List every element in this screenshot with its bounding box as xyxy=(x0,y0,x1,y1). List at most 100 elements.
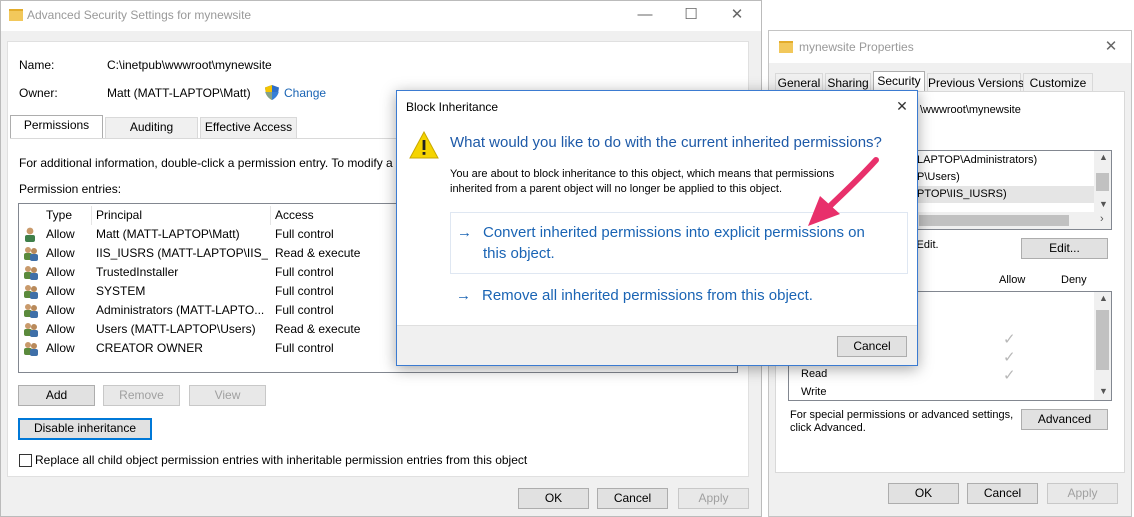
user-entry[interactable]: PTOP\IIS_IUSRS) xyxy=(917,188,1007,200)
tab-auditing-label: Auditing xyxy=(129,120,174,134)
edit-button[interactable]: Edit... xyxy=(1021,238,1108,259)
advanced-button[interactable]: Advanced xyxy=(1021,409,1108,430)
change-owner-link[interactable]: Change xyxy=(284,86,326,100)
dialog-question: What would you like to do with the curre… xyxy=(450,134,882,151)
apply-button[interactable]: Apply xyxy=(678,488,749,509)
permission-type: Allow xyxy=(46,265,75,279)
window-title: Advanced Security Settings for mynewsite xyxy=(27,8,252,22)
tab-auditing[interactable]: Auditing xyxy=(105,117,198,138)
permission-access: Full control xyxy=(275,227,334,241)
column-divider xyxy=(91,206,92,225)
remove-button[interactable]: Remove xyxy=(103,385,180,406)
scroll-up-arrow-icon[interactable]: ▲ xyxy=(1099,293,1108,303)
info-text: For additional information, double-click… xyxy=(19,156,393,170)
group-users-icon xyxy=(23,341,38,356)
properties-ok-button[interactable]: OK xyxy=(888,483,959,504)
permission-type: Allow xyxy=(46,322,75,336)
dialog-title: Block Inheritance xyxy=(406,100,499,114)
dialog-description: You are about to block inheritance to th… xyxy=(450,168,835,180)
dialog-close-button[interactable]: ✕ xyxy=(887,92,917,120)
tab-security[interactable]: Security xyxy=(873,71,925,92)
permission-access: Full control xyxy=(275,284,334,298)
scroll-thumb[interactable] xyxy=(1096,173,1109,191)
properties-title: mynewsite Properties xyxy=(799,40,914,54)
cancel-button[interactable]: Cancel xyxy=(597,488,668,509)
scroll-thumb[interactable] xyxy=(1096,310,1109,370)
properties-close-button[interactable]: ✕ xyxy=(1094,33,1128,61)
tab-effective-access[interactable]: Effective Access xyxy=(200,117,297,138)
remove-option-text: Remove all inherited permissions from th… xyxy=(482,287,813,304)
tab-general-label: General xyxy=(777,76,821,90)
tab-previous-versions-label: Previous Versions xyxy=(928,76,1025,90)
group-users-icon xyxy=(23,303,38,318)
tab-previous-versions[interactable]: Previous Versions xyxy=(927,73,1025,92)
permission-write: Write xyxy=(801,386,827,398)
user-entry[interactable]: P\Users) xyxy=(917,171,960,183)
permission-principal: TrustedInstaller xyxy=(96,265,179,279)
permission-principal: Administrators (MATT-LAPTO... xyxy=(96,303,265,317)
properties-cancel-button[interactable]: Cancel xyxy=(967,483,1038,504)
uac-shield-icon xyxy=(265,85,279,100)
convert-option-text-2: this object. xyxy=(483,245,555,262)
permissions-scrollbar[interactable]: ▲ ▼ xyxy=(1094,292,1111,400)
replace-child-checkbox[interactable] xyxy=(19,454,32,467)
tab-customize-label: Customize xyxy=(1029,76,1087,90)
name-label: Name: xyxy=(19,58,55,72)
group-users-icon xyxy=(23,265,38,280)
title-bar[interactable]: Advanced Security Settings for mynewsite… xyxy=(1,1,761,31)
group-users-icon xyxy=(23,246,38,261)
allow-column-header: Allow xyxy=(999,274,1026,286)
tab-effective-access-label: Effective Access xyxy=(204,120,293,134)
tab-permissions[interactable]: Permissions xyxy=(10,115,103,138)
single-user-icon xyxy=(23,227,37,242)
permission-principal: Matt (MATT-LAPTOP\Matt) xyxy=(96,227,240,241)
owner-label: Owner: xyxy=(19,86,58,100)
remove-permissions-option[interactable]: → Remove all inherited permissions from … xyxy=(450,283,908,311)
dialog-footer: Cancel xyxy=(397,325,917,365)
permission-type: Allow xyxy=(46,227,75,241)
minimize-button[interactable]: — xyxy=(623,1,667,29)
folder-icon xyxy=(779,41,793,53)
permission-type: Allow xyxy=(46,284,75,298)
annotation-arrow-icon xyxy=(808,157,879,226)
object-path-partial: \wwwroot\mynewsite xyxy=(920,104,1021,116)
close-button[interactable]: ✕ xyxy=(715,1,759,29)
owner-value: Matt (MATT-LAPTOP\Matt) xyxy=(107,86,251,100)
column-divider xyxy=(270,206,271,225)
allow-check-icon: ✓ xyxy=(1003,331,1016,348)
special-permissions-text: For special permissions or advanced sett… xyxy=(790,409,1014,421)
maximize-button[interactable]: ☐ xyxy=(669,1,713,29)
permission-principal: IIS_IUSRS (MATT-LAPTOP\IIS_... xyxy=(96,246,268,260)
tab-customize[interactable]: Customize xyxy=(1023,73,1093,92)
user-entry[interactable]: LAPTOP\Administrators) xyxy=(917,154,1037,166)
permission-access: Full control xyxy=(275,341,334,355)
replace-child-checkbox-label: Replace all child object permission entr… xyxy=(35,453,528,467)
permission-principal: SYSTEM xyxy=(96,284,146,298)
permission-access: Full control xyxy=(275,265,334,279)
scroll-down-arrow-icon[interactable]: ▼ xyxy=(1099,386,1108,396)
scroll-up-arrow-icon[interactable]: ▲ xyxy=(1099,152,1108,162)
permission-read: Read xyxy=(801,368,828,380)
scroll-down-arrow-icon[interactable]: ▼ xyxy=(1099,199,1108,209)
column-header-access[interactable]: Access xyxy=(275,206,395,225)
scroll-right-arrow-icon[interactable]: › xyxy=(1100,213,1104,225)
properties-title-bar[interactable]: mynewsite Properties ✕ xyxy=(769,31,1131,63)
dialog-cancel-button[interactable]: Cancel xyxy=(837,336,907,357)
permission-type: Allow xyxy=(46,341,75,355)
vertical-scrollbar[interactable]: ▲ ▼ xyxy=(1094,151,1111,214)
properties-apply-button[interactable]: Apply xyxy=(1047,483,1118,504)
permission-principal: Users (MATT-LAPTOP\Users) xyxy=(96,322,256,336)
arrow-right-icon: → xyxy=(457,224,472,241)
warning-icon xyxy=(409,130,439,159)
name-value: C:\inetpub\wwwroot\mynewsite xyxy=(107,58,272,72)
add-button[interactable]: Add xyxy=(18,385,95,406)
disable-inheritance-button[interactable]: Disable inheritance xyxy=(18,418,152,440)
column-header-principal[interactable]: Principal xyxy=(96,206,266,225)
view-button[interactable]: View xyxy=(189,385,266,406)
permission-access: Read & execute xyxy=(275,322,361,336)
tab-security-label: Security xyxy=(877,74,921,88)
column-header-type[interactable]: Type xyxy=(46,206,91,225)
permission-type: Allow xyxy=(46,303,75,317)
h-scroll-thumb[interactable] xyxy=(919,215,1069,226)
ok-button[interactable]: OK xyxy=(518,488,589,509)
